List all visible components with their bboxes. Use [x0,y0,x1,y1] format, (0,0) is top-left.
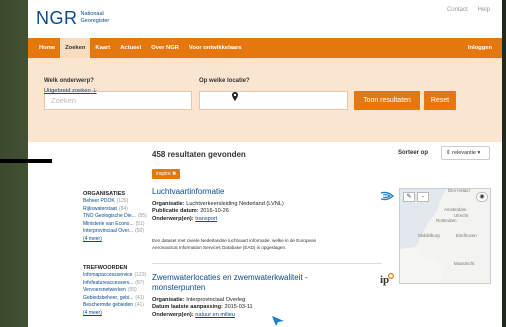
where-label: Op welke locatie? [199,78,250,84]
mouse-cursor-icon [272,316,284,326]
map-label: Middelburg [418,233,440,238]
nav-kaart[interactable]: Kaart [90,38,115,58]
result-description: Een dataset met civiele Nederlandse luch… [152,238,317,250]
facet-item[interactable]: Gebiedsbeheer, gebi... (41) [83,295,146,303]
facet-item[interactable]: Rijkswaterstaat (84) [83,206,147,214]
sort-order-icon: ⇕ [446,150,451,156]
what-label: Welk onderwerp? [44,78,94,84]
map-land-icon [400,189,490,283]
reset-button[interactable]: Reset [424,91,456,110]
subject-link[interactable]: natuur en milieu [195,312,235,318]
show-results-button[interactable]: Toon resultaten [354,91,420,110]
top-bar: NGR Nationaal Georegister Contact Help [28,0,502,38]
where-input[interactable] [199,91,348,110]
facet-list-trefwoorden: Infomapaccessservice (123) Infofeatureacc… [83,272,146,318]
facet-item[interactable]: Ministerie van Econo... (51) [83,221,147,229]
filter-tag[interactable]: inspire ✖ [152,169,181,179]
close-icon: ✖ [172,171,177,177]
result-meta: Organisatie: Luchtverkeersleiding Nederl… [152,201,284,222]
contact-link[interactable]: Contact [447,7,468,13]
page: NGR Nationaal Georegister Contact Help Ho… [28,0,502,327]
main-nav: Home Zoeken Kaart Actueel Over NGR Voor … [28,38,502,58]
help-link[interactable]: Help [478,7,490,13]
sort-label: Sorteer op [398,150,429,156]
result-meta: Organisatie: Interprovinciaal Overleg Da… [152,297,253,318]
facet-more-link[interactable]: (4 meer) [83,236,147,244]
arrow-down-icon: 🡣 [92,88,97,94]
advanced-search-link[interactable]: Uitgebreid zoeken 🡣 [44,86,97,96]
map-label: Eindhoven [456,233,477,238]
map-label: Rotterdam [436,218,457,223]
result-title[interactable]: Zwemwaterlocaties en zwemwaterkwaliteit … [152,273,308,293]
facet-heading-organisaties: ORGANISATIES [83,191,126,197]
nav-voor-ontwikkelaars[interactable]: Voor ontwikkelaars [184,38,247,58]
map-label: Den Helder [448,188,471,193]
facet-item[interactable]: Infomapaccessservice (123) [83,272,146,280]
nav-home[interactable]: Home [34,38,60,58]
chevron-down-icon: ▾ [477,150,481,156]
svg-text:ip: ip [380,274,389,286]
logo-subtitle: Nationaal Georegister [80,11,110,24]
result-divider [152,263,382,264]
login-link[interactable]: Inloggen [468,38,492,58]
facet-list-organisaties: Beheer PDOK (129) Rijkswaterstaat (84) TNO… [83,198,147,244]
minus-icon[interactable]: - [417,192,429,202]
facet-item[interactable]: Vervoersnetwerken (55) [83,287,146,295]
ipo-logo-icon: ip [380,273,394,286]
facet-item[interactable]: TNO Geologische Die... (55) [83,213,147,221]
facet-heading-trefwoorden: TREFWOORDEN [83,265,128,271]
signal-icon [380,191,394,201]
nav-over-ngr[interactable]: Over NGR [146,38,184,58]
nav-zoeken[interactable]: Zoeken [60,38,91,58]
results-map[interactable]: ✎ - ◉ Den Helder Amsterdam Utrecht Rotte… [399,188,491,284]
location-pin-icon [232,92,238,101]
ngr-logo[interactable]: NGR Nationaal Georegister [36,9,109,27]
facet-item[interactable]: Beheer PDOK (129) [83,198,147,206]
sort-select[interactable]: ⇕ relevantie ▾ [441,146,490,160]
results-count: 458 resultaten gevonden [152,150,246,159]
map-label: Amsterdam [444,207,467,212]
facet-more-link[interactable]: (4 meer) [83,310,146,318]
black-overlay-bar [0,159,52,163]
logo-text: NGR [36,8,78,28]
subject-link[interactable]: transport [195,216,217,222]
facet-item[interactable]: Beschermde gebieden (41) [83,302,146,310]
nav-actueel[interactable]: Actueel [115,38,146,58]
top-links: Contact Help [447,7,490,13]
locate-icon[interactable]: ◉ [476,192,488,202]
facet-item[interactable]: Infofeatureaccesserv... (87) [83,280,146,288]
pencil-icon[interactable]: ✎ [403,192,415,202]
result-title[interactable]: Luchtvaartinformatie [152,187,224,197]
map-label: Maastricht [454,261,475,266]
facet-item[interactable]: Interprovinciaal Over... (50) [83,228,147,236]
